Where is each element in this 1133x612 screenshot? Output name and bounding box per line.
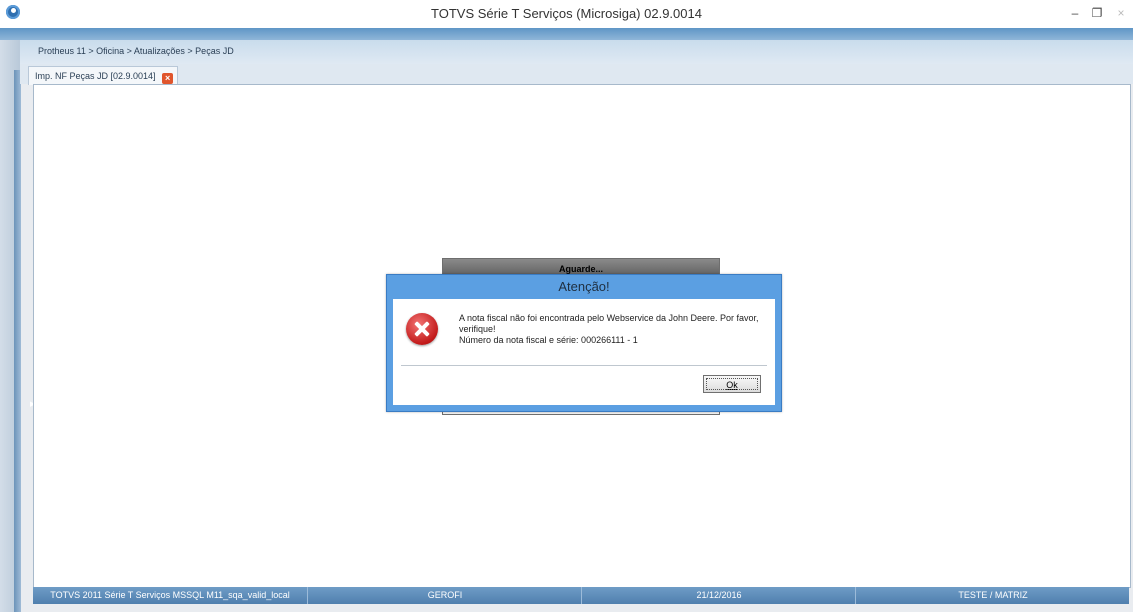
status-bar: TOTVS 2011 Série T Serviços MSSQL M11_sq… <box>33 587 1129 604</box>
error-icon <box>406 313 438 345</box>
sidebar-toggle-bar[interactable]: ▶ <box>14 70 35 612</box>
alert-title: Atenção! <box>558 279 610 294</box>
status-date: 21/12/2016 <box>583 587 856 604</box>
status-environment: TOTVS 2011 Série T Serviços MSSQL M11_sq… <box>33 587 308 604</box>
breadcrumb-bar: Protheus 11 > Oficina > Atualizações > P… <box>20 40 1133 65</box>
close-button[interactable]: × <box>1109 4 1133 22</box>
left-sidebar: ▶ <box>0 40 35 612</box>
alert-message-line: Número da nota fiscal e série: 000266111… <box>459 335 638 345</box>
alert-dialog: Atenção! A nota fiscal não foi encontrad… <box>386 274 782 412</box>
focus-ring <box>706 378 758 390</box>
alert-message-line: verifique! <box>459 324 496 334</box>
title-bar: TOTVS Série T Serviços (Microsiga) 02.9.… <box>0 0 1133 29</box>
tab-strip: Imp. NF Peças JD [02.9.0014] × <box>20 64 1133 85</box>
tab-imp-nf-pecas-jd[interactable]: Imp. NF Peças JD [02.9.0014] × <box>28 66 179 85</box>
close-icon[interactable]: × <box>162 73 174 84</box>
alert-message-line: A nota fiscal não foi encontrada pelo We… <box>459 313 759 323</box>
breadcrumb: Protheus 11 > Oficina > Atualizações > P… <box>38 46 234 56</box>
restore-button[interactable]: ❐ <box>1087 4 1107 22</box>
alert-message: A nota fiscal não foi encontrada pelo We… <box>459 313 769 346</box>
window-title: TOTVS Série T Serviços (Microsiga) 02.9.… <box>431 6 702 21</box>
alert-body: A nota fiscal não foi encontrada pelo We… <box>393 299 775 405</box>
divider <box>401 365 767 366</box>
status-company: TESTE / MATRIZ <box>958 590 1028 600</box>
header-band <box>0 28 1133 40</box>
ok-button[interactable]: Ok <box>703 375 761 393</box>
status-user: GEROFI <box>309 587 582 604</box>
tab-label: Imp. NF Peças JD [02.9.0014] <box>35 71 156 81</box>
minimize-button[interactable]: – <box>1065 4 1085 22</box>
